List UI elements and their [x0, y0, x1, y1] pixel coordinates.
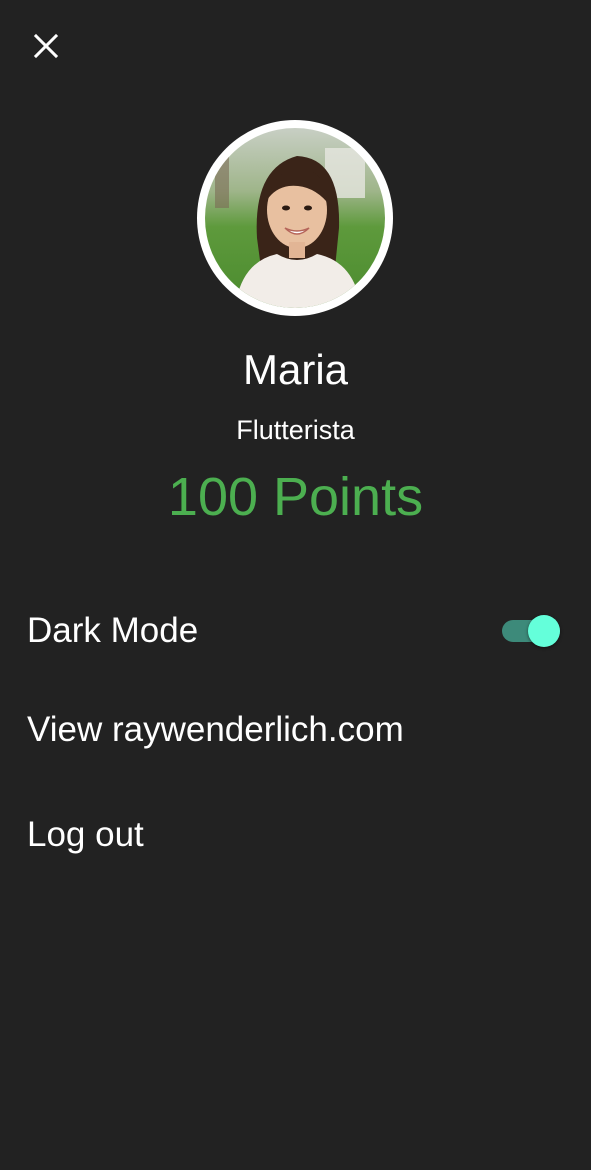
close-icon — [33, 33, 59, 64]
profile-name: Maria — [242, 346, 349, 393]
dark-mode-label: Dark Mode — [27, 611, 199, 650]
view-website-item[interactable]: View raywenderlich.com — [27, 700, 564, 760]
dark-mode-switch[interactable] — [502, 611, 564, 651]
profile-points: 100 Points — [167, 467, 424, 527]
profile-screen: Maria Flutterista 100 Points Dark Mode V… — [0, 0, 591, 1170]
profile-title: Flutterista — [236, 415, 355, 445]
view-website-label: View raywenderlich.com — [27, 710, 404, 749]
logout-item[interactable]: Log out — [27, 805, 564, 865]
avatar-photo — [205, 128, 385, 308]
switch-thumb — [528, 615, 560, 647]
dark-mode-row[interactable]: Dark Mode — [27, 601, 564, 661]
logout-label: Log out — [27, 815, 144, 854]
close-button[interactable] — [22, 24, 70, 72]
avatar — [197, 120, 393, 316]
